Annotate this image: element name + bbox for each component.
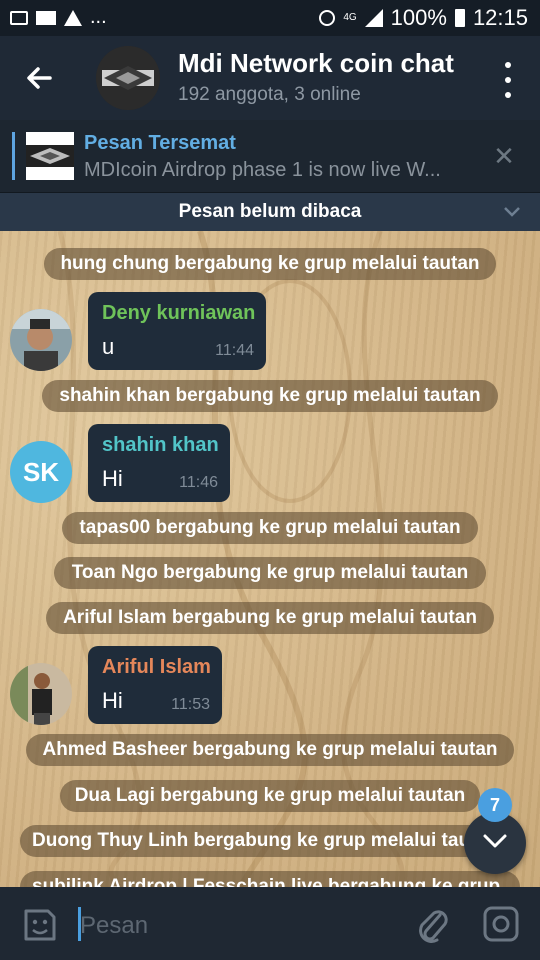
system-message: hung chung bergabung ke grup melalui tau… — [44, 248, 496, 280]
pinned-accent-bar — [12, 132, 15, 180]
status-bar: ... 4G 100% 12:15 — [0, 0, 540, 36]
warning-notification-icon — [64, 9, 82, 26]
message-text: Hi — [102, 688, 123, 713]
back-arrow-icon[interactable] — [20, 58, 60, 98]
network-type: 4G — [343, 12, 357, 23]
unread-banner-label: Pesan belum dibaca — [178, 201, 362, 222]
battery-icon — [454, 9, 465, 27]
chat-header: Mdi Network coin chat 192 anggota, 3 onl… — [0, 36, 540, 120]
pinned-message[interactable]: Pesan Tersemat MDIcoin Airdrop phase 1 i… — [0, 120, 540, 193]
chevron-down-icon — [483, 834, 507, 848]
group-avatar[interactable] — [96, 46, 160, 110]
system-message: Dua Lagi bergabung ke grup melalui tauta… — [60, 780, 480, 812]
image-notification-icon — [10, 10, 28, 25]
chat-messages-area[interactable]: hung chung bergabung ke grup melalui tau… — [0, 231, 540, 887]
unread-count-badge: 7 — [478, 788, 512, 822]
sender-name[interactable]: Deny kurniawan — [102, 302, 255, 325]
avatar-deny[interactable] — [10, 309, 72, 371]
sender-name[interactable]: shahin khan — [102, 434, 219, 457]
message-input[interactable] — [78, 905, 402, 947]
signal-icon — [364, 9, 383, 27]
system-message: tapas00 bergabung ke grup melalui tautan — [62, 512, 478, 544]
system-message: Ariful Islam bergabung ke grup melalui t… — [46, 602, 494, 634]
alarm-icon — [319, 10, 336, 26]
system-message: shahin khan bergabung ke grup melalui ta… — [42, 380, 498, 412]
system-message: Duong Thuy Linh bergabung ke grup melalu… — [20, 825, 520, 857]
message-bubble-deny[interactable]: Deny kurniawan u 11:44 — [88, 292, 266, 370]
message-time: 11:53 — [171, 696, 210, 713]
more-options-icon[interactable] — [496, 62, 520, 98]
avatar-ariful[interactable] — [10, 663, 72, 725]
pinned-title: Pesan Tersemat — [84, 132, 236, 154]
message-time: 11:44 — [215, 342, 254, 359]
camera-icon[interactable] — [482, 905, 520, 943]
pinned-thumbnail — [26, 132, 74, 180]
close-pinned-icon[interactable]: ✕ — [488, 140, 520, 172]
group-title[interactable]: Mdi Network coin chat — [178, 48, 454, 79]
message-bubble-ariful[interactable]: Ariful Islam Hi 11:53 — [88, 646, 222, 724]
system-message: Ahmed Basheer bergabung ke grup melalui … — [26, 734, 514, 766]
chevron-down-icon[interactable] — [502, 201, 522, 221]
message-time: 11:46 — [179, 474, 218, 491]
system-message: subilink Airdrop | Fesschain live bergab… — [20, 871, 520, 887]
unread-messages-banner: Pesan belum dibaca — [0, 193, 540, 231]
mail-notification-icon — [36, 10, 56, 25]
message-input-bar — [0, 887, 540, 960]
group-member-count: 192 anggota, 3 online — [178, 84, 361, 105]
battery-percent: 100% — [390, 5, 447, 30]
more-notifications-indicator: ... — [90, 6, 107, 28]
message-text: Hi — [102, 466, 123, 491]
message-text: u — [102, 334, 115, 359]
system-message: Toan Ngo bergabung ke grup melalui tauta… — [54, 557, 486, 589]
pinned-text: MDIcoin Airdrop phase 1 is now live W... — [84, 159, 441, 181]
emoji-sticker-icon[interactable] — [22, 907, 58, 943]
paperclip-icon[interactable] — [414, 905, 450, 943]
avatar-shahin[interactable]: SK — [10, 441, 72, 503]
clock: 12:15 — [472, 5, 528, 30]
message-bubble-shahin[interactable]: shahin khan Hi 11:46 — [88, 424, 230, 502]
sender-name[interactable]: Ariful Islam — [102, 656, 211, 679]
